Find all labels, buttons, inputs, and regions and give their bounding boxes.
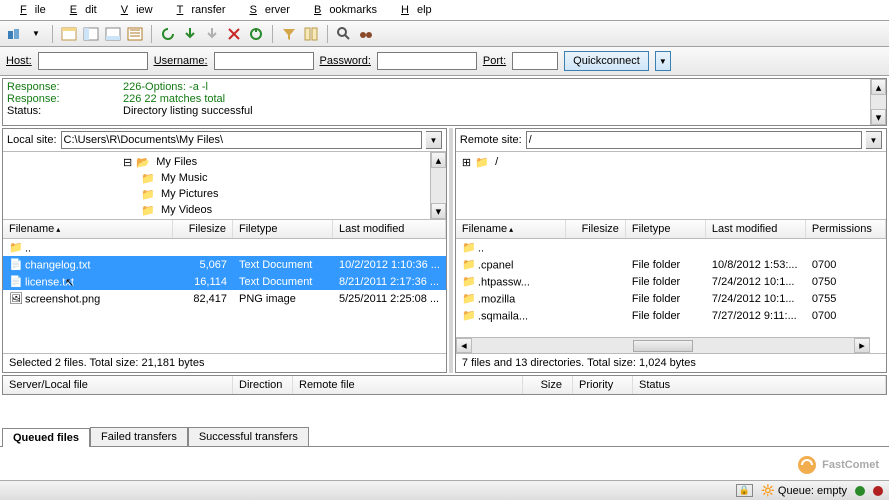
tab-successful[interactable]: Successful transfers [188, 427, 309, 446]
folder-icon: 📁 [141, 187, 155, 201]
document-icon: 📄 [9, 275, 23, 289]
remote-site-label: Remote site: [460, 134, 522, 146]
local-path-dropdown[interactable]: ▼ [426, 131, 442, 149]
list-item[interactable]: 🖼screenshot.png82,417PNG image5/25/2011 … [3, 290, 446, 307]
remote-path-input[interactable] [526, 131, 862, 149]
port-label: Port: [483, 55, 506, 67]
status-dot-green [855, 486, 865, 496]
compare-icon[interactable] [301, 24, 321, 44]
quickconnect-bar: Host: Username: Password: Port: Quickcon… [0, 47, 889, 76]
image-icon: 🖼 [9, 292, 23, 306]
tab-queued[interactable]: Queued files [2, 428, 90, 447]
filter-icon[interactable] [279, 24, 299, 44]
list-item[interactable]: 📁.sqmaila...File folder7/27/2012 9:11:..… [456, 307, 886, 324]
document-icon: 📄 [9, 258, 23, 272]
remote-file-list[interactable]: 📁.. 📁.cpanelFile folder10/8/2012 1:53:..… [456, 239, 886, 353]
quickconnect-dropdown[interactable]: ▼ [655, 51, 671, 71]
remote-status: 7 files and 13 directories. Total size: … [456, 353, 886, 372]
log-value: 226 22 matches total [123, 93, 225, 105]
username-label: Username: [154, 55, 208, 67]
folder-up-icon: 📁 [462, 241, 476, 255]
brand-logo: FastComet [796, 454, 879, 476]
toggle-log-icon[interactable] [59, 24, 79, 44]
log-value: 226-Options: -a -l [123, 81, 208, 93]
local-site-label: Local site: [7, 134, 57, 146]
menu-help[interactable]: Help [385, 2, 440, 18]
list-item[interactable]: 📁.cpanelFile folder10/8/2012 1:53:...070… [456, 256, 886, 273]
toggle-broom-icon[interactable] [125, 24, 145, 44]
queue-tabs: Queued files Failed transfers Successful… [2, 427, 887, 446]
status-bar: 🔒 🔆 Queue: empty [0, 480, 889, 500]
folder-open-icon: 📂 [136, 155, 150, 169]
quickconnect-button[interactable]: Quickconnect [564, 51, 649, 71]
menu-transfer[interactable]: Transfer [161, 2, 234, 18]
toggle-tree-icon[interactable] [81, 24, 101, 44]
sitemanager-icon[interactable] [4, 24, 24, 44]
local-status: Selected 2 files. Total size: 21,181 byt… [3, 353, 446, 372]
host-label: Host: [6, 55, 32, 67]
toolbar: ▼ [0, 21, 889, 47]
encryption-icon: 🔒 [736, 484, 753, 497]
log-value: Directory listing successful [123, 105, 253, 117]
queue-status: 🔆 Queue: empty [761, 484, 847, 497]
folder-icon: 📁 [462, 292, 476, 306]
remote-hscrollbar[interactable]: ◂▸ [456, 337, 870, 353]
local-tree-scrollbar[interactable]: ▴▾ [430, 152, 446, 219]
menu-view[interactable]: View [105, 2, 161, 18]
list-item[interactable]: 📁.mozillaFile folder7/24/2012 10:1...075… [456, 290, 886, 307]
search-icon[interactable] [334, 24, 354, 44]
reconnect-icon[interactable] [246, 24, 266, 44]
username-input[interactable] [214, 52, 314, 70]
log-label: Response: [7, 81, 119, 93]
password-label: Password: [320, 55, 371, 67]
cancel-icon[interactable] [202, 24, 222, 44]
remote-header[interactable]: Filename▴ Filesize Filetype Last modifie… [456, 220, 886, 239]
binoculars-icon[interactable] [356, 24, 376, 44]
folder-icon: 📁 [475, 155, 489, 169]
menu-bar: File Edit View Transfer Server Bookmarks… [0, 0, 889, 21]
menu-server[interactable]: Server [234, 2, 298, 18]
host-input[interactable] [38, 52, 148, 70]
log-label: Status: [7, 105, 119, 117]
log-scrollbar[interactable]: ▴▾ [870, 79, 886, 125]
local-tree[interactable]: ⊟📂My Files 📁My Music 📁My Pictures 📁My Vi… [3, 152, 446, 220]
local-file-list[interactable]: 📁.. 📄changelog.txt5,067Text Document10/2… [3, 239, 446, 353]
local-path-input[interactable] [61, 131, 422, 149]
process-queue-icon[interactable] [180, 24, 200, 44]
refresh-icon[interactable] [158, 24, 178, 44]
pane-splitter[interactable] [449, 128, 453, 373]
password-input[interactable] [377, 52, 477, 70]
folder-icon: 📁 [462, 275, 476, 289]
transfer-header: Server/Local file Direction Remote file … [2, 375, 887, 395]
status-dot-red [873, 486, 883, 496]
message-log: Response: 226-Options: -a -l Response: 226… [2, 78, 887, 126]
folder-up-icon: 📁 [9, 241, 23, 255]
menu-bookmarks[interactable]: Bookmarks [298, 2, 385, 18]
folder-icon: 📁 [462, 258, 476, 272]
folder-icon: 📁 [141, 171, 155, 185]
cursor-icon: ↖ [65, 276, 74, 289]
menu-edit[interactable]: Edit [54, 2, 105, 18]
dropdown-icon[interactable]: ▼ [26, 24, 46, 44]
remote-path-dropdown[interactable]: ▼ [866, 131, 882, 149]
sort-asc-icon: ▴ [509, 225, 513, 234]
local-pane: Local site: ▼ ⊟📂My Files 📁My Music 📁My P… [2, 128, 447, 373]
tab-failed[interactable]: Failed transfers [90, 427, 188, 446]
menu-file[interactable]: File [4, 2, 54, 18]
local-header[interactable]: Filename▴ Filesize Filetype Last modifie… [3, 220, 446, 239]
disconnect-icon[interactable] [224, 24, 244, 44]
toggle-queue-icon[interactable] [103, 24, 123, 44]
folder-icon: 📁 [141, 203, 155, 217]
port-input[interactable] [512, 52, 558, 70]
remote-pane: Remote site: ▼ ⊞📁/ Filename▴ Filesize Fi… [455, 128, 887, 373]
list-item[interactable]: 📁.htpassw...File folder7/24/2012 10:1...… [456, 273, 886, 290]
remote-tree[interactable]: ⊞📁/ [456, 152, 886, 220]
sort-asc-icon: ▴ [56, 225, 60, 234]
list-item[interactable]: 📄license.txt↖16,114Text Document8/21/201… [3, 273, 446, 290]
folder-icon: 📁 [462, 309, 476, 323]
list-item[interactable]: 📄changelog.txt5,067Text Document10/2/201… [3, 256, 446, 273]
log-label: Response: [7, 93, 119, 105]
